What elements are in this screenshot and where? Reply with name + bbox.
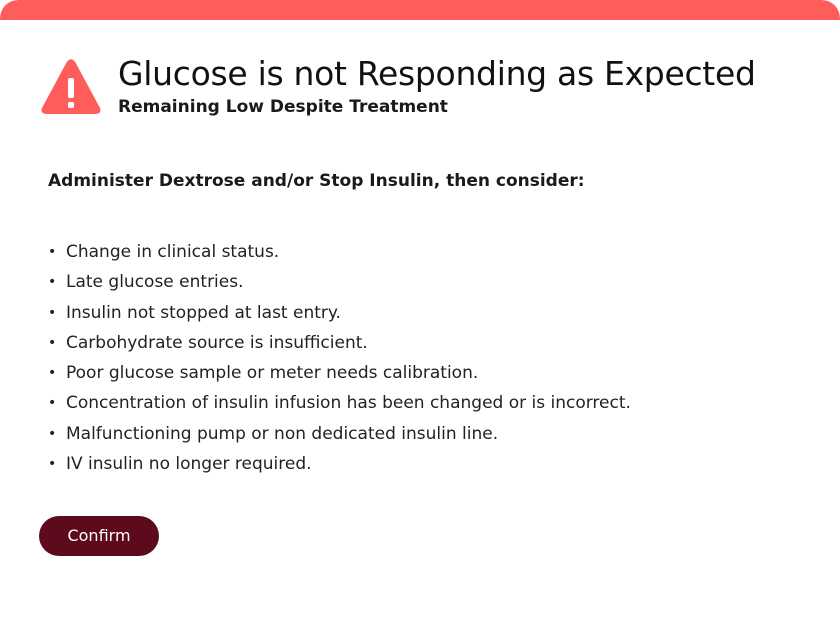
bullet-icon: • [48,425,57,442]
bullet-icon: • [48,395,57,412]
bullet-icon: • [48,334,57,351]
list-item-text: Insulin not stopped at last entry. [66,302,341,323]
list-item-text: Malfunctioning pump or non dedicated ins… [66,423,499,444]
bullet-icon: • [48,456,57,473]
bullet-icon: • [48,274,57,291]
confirm-button[interactable]: Confirm [39,516,159,556]
list-item-text: Concentration of insulin infusion has be… [66,393,631,414]
list-item-text: IV insulin no longer required. [66,454,312,475]
list-item: • Carbohydrate source is insufficient. [48,328,631,358]
alert-titles: Glucose is not Responding as Expected Re… [118,54,756,118]
list-item: • IV insulin no longer required. [48,449,631,479]
alert-header: Glucose is not Responding as Expected Re… [40,54,756,118]
bullet-icon: • [48,304,57,321]
considerations-list: • Change in clinical status. • Late glucos… [48,237,631,479]
list-item: • Malfunctioning pump or non dedicated in… [48,419,631,449]
bullet-icon: • [48,365,57,382]
list-item: • Poor glucose sample or meter needs cali… [48,358,631,388]
alert-accent-bar [0,0,840,20]
list-item: • Insulin not stopped at last entry. [48,298,631,328]
warning-triangle-icon [41,59,101,114]
list-item: • Change in clinical status. [48,237,631,267]
list-item-text: Late glucose entries. [66,272,244,293]
list-item-text: Carbohydrate source is insufficient. [66,332,368,353]
list-item-text: Change in clinical status. [66,242,280,262]
list-item-text: Poor glucose sample or meter needs calib… [66,363,479,384]
list-item: • Late glucose entries. [48,267,631,297]
alert-title: Glucose is not Responding as Expected [118,54,756,93]
alert-subtitle: Remaining Low Despite Treatment [118,97,448,117]
list-item: • Concentration of insulin infusion has b… [48,388,631,418]
alert-dialog: Glucose is not Responding as Expected Re… [0,0,840,635]
bullet-icon: • [48,244,57,260]
instruction-text: Administer Dextrose and/or Stop Insulin,… [48,171,585,191]
